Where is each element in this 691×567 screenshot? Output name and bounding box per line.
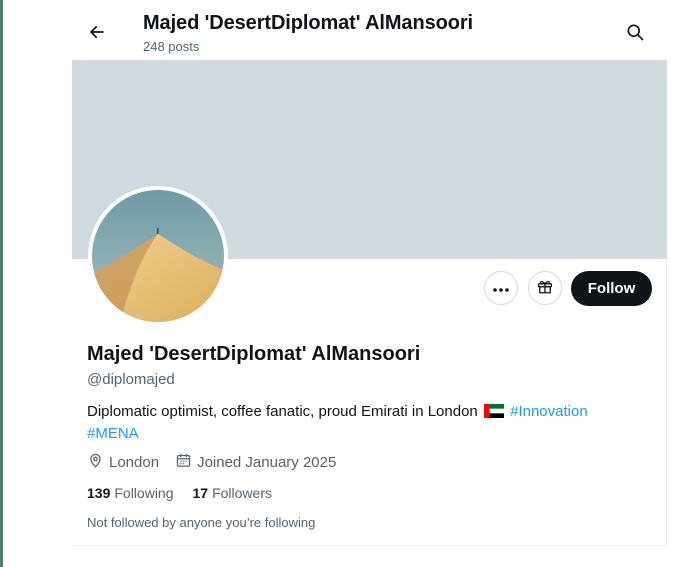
arrow-left-icon	[88, 23, 106, 46]
column-bottom-border	[72, 545, 667, 546]
location-pin-icon	[87, 452, 109, 473]
profile-header: Majed 'DesertDiplomat' AlMansoori 248 po…	[72, 0, 667, 60]
search-icon	[625, 22, 645, 47]
joined-item: Joined January 2025	[175, 452, 336, 473]
calendar-icon	[175, 452, 197, 473]
hashtag-link[interactable]: #MENA	[87, 425, 139, 442]
profile-meta: London Joined January 2025	[87, 452, 352, 472]
avatar[interactable]	[88, 186, 228, 326]
followers-count: 17	[192, 485, 209, 501]
location-item: London	[87, 452, 159, 473]
avatar-desert-photo	[92, 190, 224, 322]
followers-link[interactable]: 17 Followers	[193, 485, 272, 501]
following-count: 139	[87, 485, 111, 501]
header-title: Majed 'DesertDiplomat' AlMansoori	[143, 12, 473, 34]
following-link[interactable]: 139 Following	[87, 485, 174, 501]
location-text: London	[109, 453, 160, 471]
user-handle: @diplomajed	[87, 371, 175, 388]
not-followed-note: Not followed by anyone you’re following	[87, 515, 316, 530]
followers-label: Followers	[212, 485, 272, 501]
more-options-button[interactable]	[484, 271, 518, 305]
gift-icon	[536, 277, 554, 300]
hashtag-link[interactable]: #Innovation	[510, 403, 588, 420]
gift-button[interactable]	[528, 271, 562, 305]
bio: Diplomatic optimist, coffee fanatic, pro…	[87, 402, 647, 444]
bio-text: Diplomatic optimist, coffee fanatic, pro…	[87, 403, 478, 420]
post-count: 248 posts	[143, 39, 200, 54]
window-left-border	[0, 0, 3, 567]
back-button[interactable]	[80, 17, 114, 51]
more-options-icon	[493, 279, 509, 297]
joined-text: Joined January 2025	[197, 453, 337, 471]
following-label: Following	[114, 485, 174, 501]
follow-button[interactable]: Follow	[571, 271, 652, 306]
uae-flag-icon	[483, 404, 504, 424]
display-name: Majed 'DesertDiplomat' AlMansoori	[87, 343, 421, 365]
follow-stats: 139 Following 17 Followers	[87, 485, 291, 501]
search-button[interactable]	[618, 17, 652, 51]
